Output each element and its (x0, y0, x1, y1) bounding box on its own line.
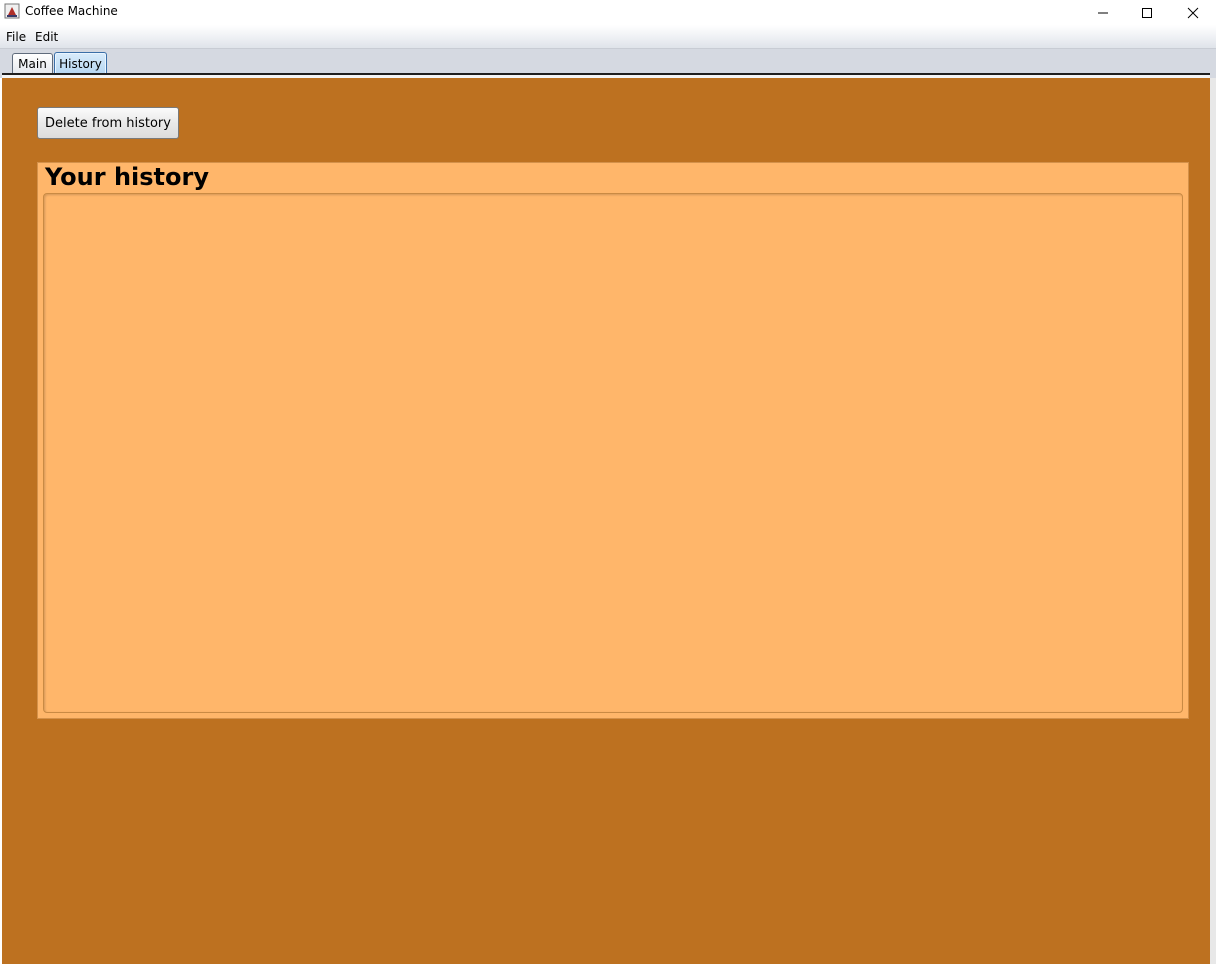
java-cup-icon (4, 3, 20, 19)
history-tab-content: Delete from history Your history (2, 78, 1210, 964)
menu-edit[interactable]: Edit (35, 30, 58, 44)
menu-bar: File Edit (0, 25, 1216, 49)
history-panel: Your history (37, 162, 1189, 719)
window-edge (1210, 78, 1216, 964)
history-title: Your history (45, 163, 209, 191)
tab-history[interactable]: History (54, 52, 107, 74)
close-button[interactable] (1170, 0, 1216, 25)
window-title: Coffee Machine (25, 4, 118, 18)
maximize-icon (1142, 7, 1152, 18)
delete-from-history-button[interactable]: Delete from history (37, 107, 179, 139)
menu-file[interactable]: File (6, 30, 26, 44)
maximize-button[interactable] (1124, 0, 1170, 25)
history-list[interactable] (43, 193, 1183, 713)
tab-main[interactable]: Main (12, 53, 53, 73)
close-icon (1187, 7, 1199, 18)
minimize-button[interactable] (1080, 0, 1126, 25)
minimize-icon (1098, 12, 1108, 13)
title-bar: Coffee Machine (0, 0, 1216, 25)
